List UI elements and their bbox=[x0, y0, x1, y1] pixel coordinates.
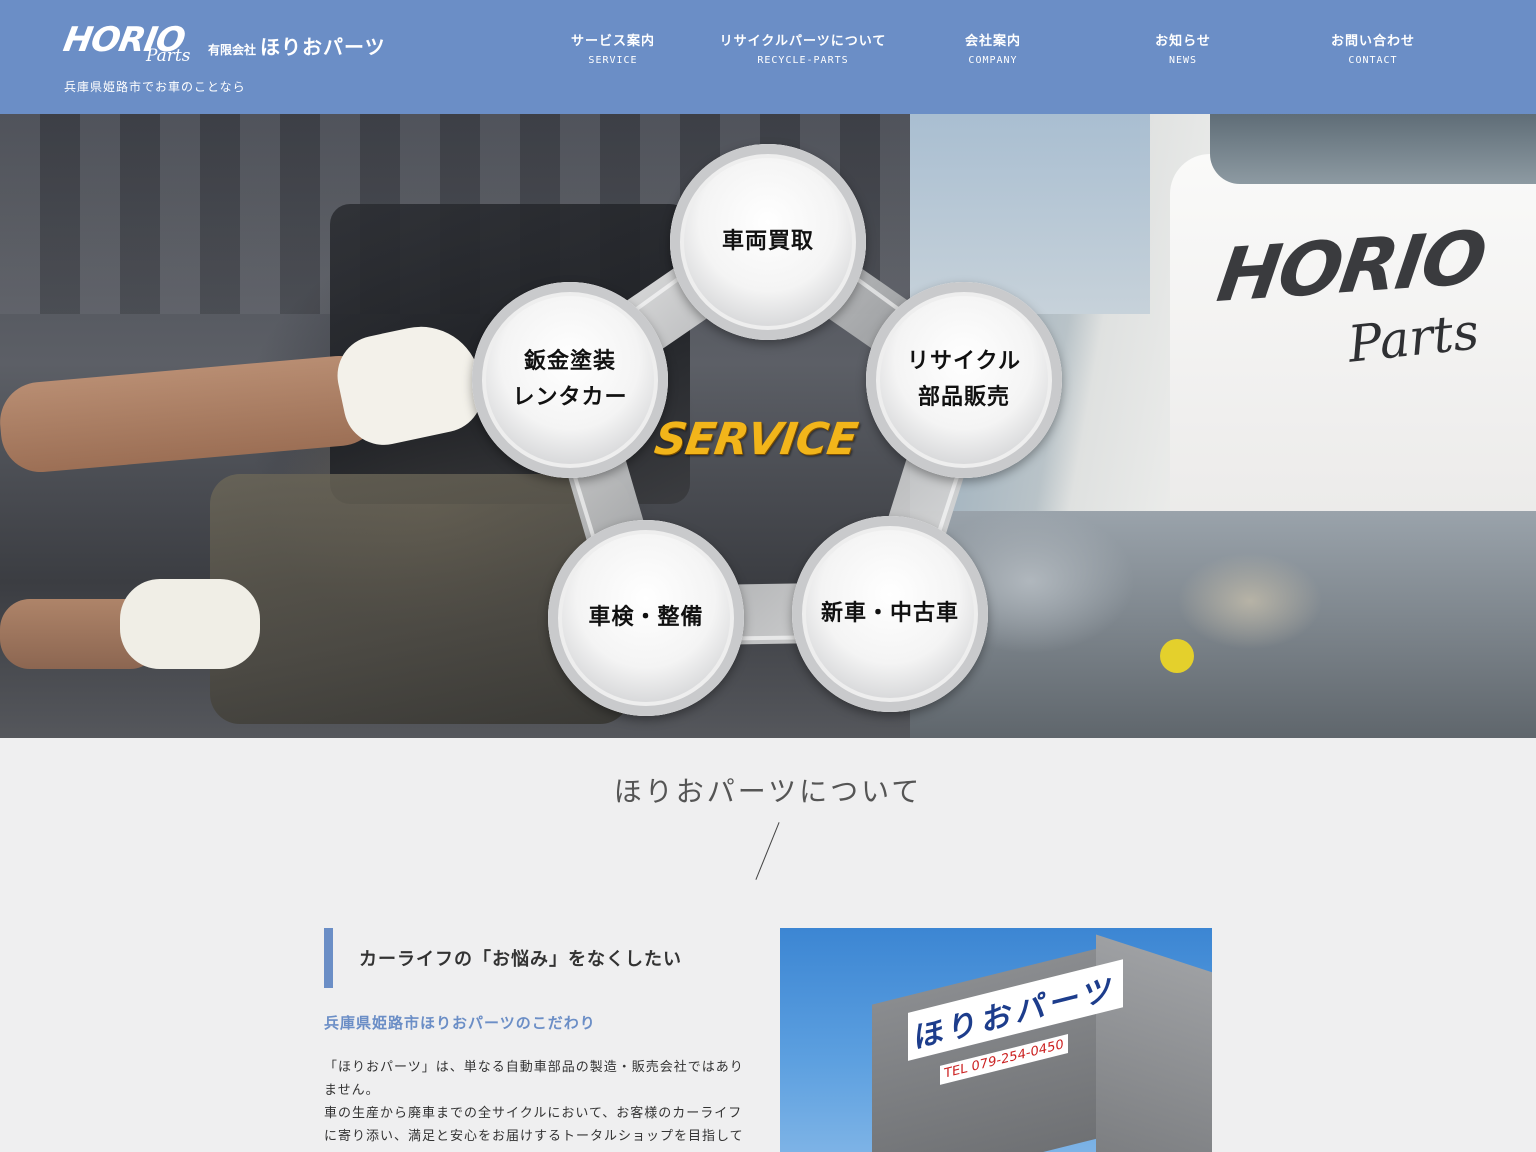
company-building-photo: ほりおパーツ TEL 079-254-0450 bbox=[780, 928, 1212, 1152]
nav-label-en: COMPANY bbox=[968, 55, 1018, 66]
nav-label-jp: サービス案内 bbox=[570, 34, 655, 49]
yellow-cap bbox=[1160, 639, 1194, 673]
service-label: リサイクル bbox=[907, 349, 1021, 374]
hero-section: HORIO Parts 車両買取 リサイクル 部品販売 新車・中古車 車検・整備… bbox=[0, 114, 1536, 738]
logo-sub-text: Parts bbox=[146, 46, 191, 66]
main-nav: サービス案内 SERVICE リサイクルパーツについて RECYCLE-PART… bbox=[518, 30, 1468, 66]
title-divider bbox=[755, 822, 780, 880]
service-inspection-maintenance[interactable]: 車検・整備 bbox=[548, 520, 744, 716]
company-prefix: 有限会社 bbox=[208, 43, 257, 57]
service-center-word: SERVICE bbox=[651, 414, 860, 465]
service-label: 車両買取 bbox=[721, 229, 814, 254]
about-paragraph: 「ほりおパーツ」は、単なる自動車部品の製造・販売会社ではありません。 bbox=[324, 1060, 744, 1098]
site-header: HORIO Parts 有限会社 ほりおパーツ 兵庫県姫路市でお車のことなら サ… bbox=[0, 0, 1536, 114]
service-bodywork-rental[interactable]: 鈑金塗装 レンタカー bbox=[472, 282, 668, 478]
site-tagline: 兵庫県姫路市でお車のことなら bbox=[64, 80, 246, 94]
company-name: 有限会社 ほりおパーツ bbox=[208, 31, 386, 60]
about-heading: カーライフの「お悩み」をなくしたい bbox=[324, 928, 682, 988]
about-section-title: ほりおパーツについて bbox=[613, 775, 923, 808]
logo-mark: HORIO Parts bbox=[60, 20, 204, 74]
nav-contact[interactable]: お問い合わせ CONTACT bbox=[1278, 30, 1468, 66]
about-paragraph: 車の生産から廃車までの全サイクルにおいて、お客様のカーライフに寄り添い、満足と安… bbox=[324, 1106, 744, 1144]
truck-window bbox=[1210, 114, 1536, 184]
nav-label-jp: お問い合わせ bbox=[1330, 34, 1415, 49]
service-label: 鈑金塗装 bbox=[523, 349, 616, 374]
worker-arm bbox=[0, 352, 384, 476]
company-name-text: ほりおパーツ bbox=[260, 35, 386, 59]
site-logo[interactable]: HORIO Parts 有限会社 ほりおパーツ bbox=[60, 20, 386, 74]
nav-company[interactable]: 会社案内 COMPANY bbox=[898, 30, 1088, 66]
nav-service[interactable]: サービス案内 SERVICE bbox=[518, 30, 708, 66]
service-label-line2: レンタカー bbox=[512, 385, 628, 410]
service-new-used-cars[interactable]: 新車・中古車 bbox=[792, 516, 988, 712]
about-body: 「ほりおパーツ」は、単なる自動車部品の製造・販売会社ではありません。 車の生産か… bbox=[324, 1056, 754, 1148]
service-recycle-parts[interactable]: リサイクル 部品販売 bbox=[866, 282, 1062, 478]
service-label: 車検・整備 bbox=[588, 605, 704, 630]
about-subheading: 兵庫県姫路市ほりおパーツのこだわり bbox=[324, 1014, 596, 1032]
nav-label-jp: お知らせ bbox=[1155, 34, 1211, 49]
nav-recycle-parts[interactable]: リサイクルパーツについて RECYCLE-PARTS bbox=[708, 30, 898, 66]
nav-label-en: SERVICE bbox=[588, 55, 638, 66]
service-label: 新車・中古車 bbox=[820, 601, 959, 626]
nav-label-en: NEWS bbox=[1168, 55, 1198, 66]
service-label-line2: 部品販売 bbox=[917, 385, 1010, 410]
nav-label-en: CONTACT bbox=[1348, 55, 1398, 66]
nav-label-jp: リサイクルパーツについて bbox=[719, 34, 887, 49]
nav-label-en: RECYCLE-PARTS bbox=[757, 55, 849, 66]
service-vehicle-purchase[interactable]: 車両買取 bbox=[670, 144, 866, 340]
nav-news[interactable]: お知らせ NEWS bbox=[1088, 30, 1278, 66]
work-glove-lower bbox=[120, 579, 260, 669]
nav-label-jp: 会社案内 bbox=[964, 34, 1021, 49]
hero-parts-photo bbox=[910, 511, 1536, 738]
